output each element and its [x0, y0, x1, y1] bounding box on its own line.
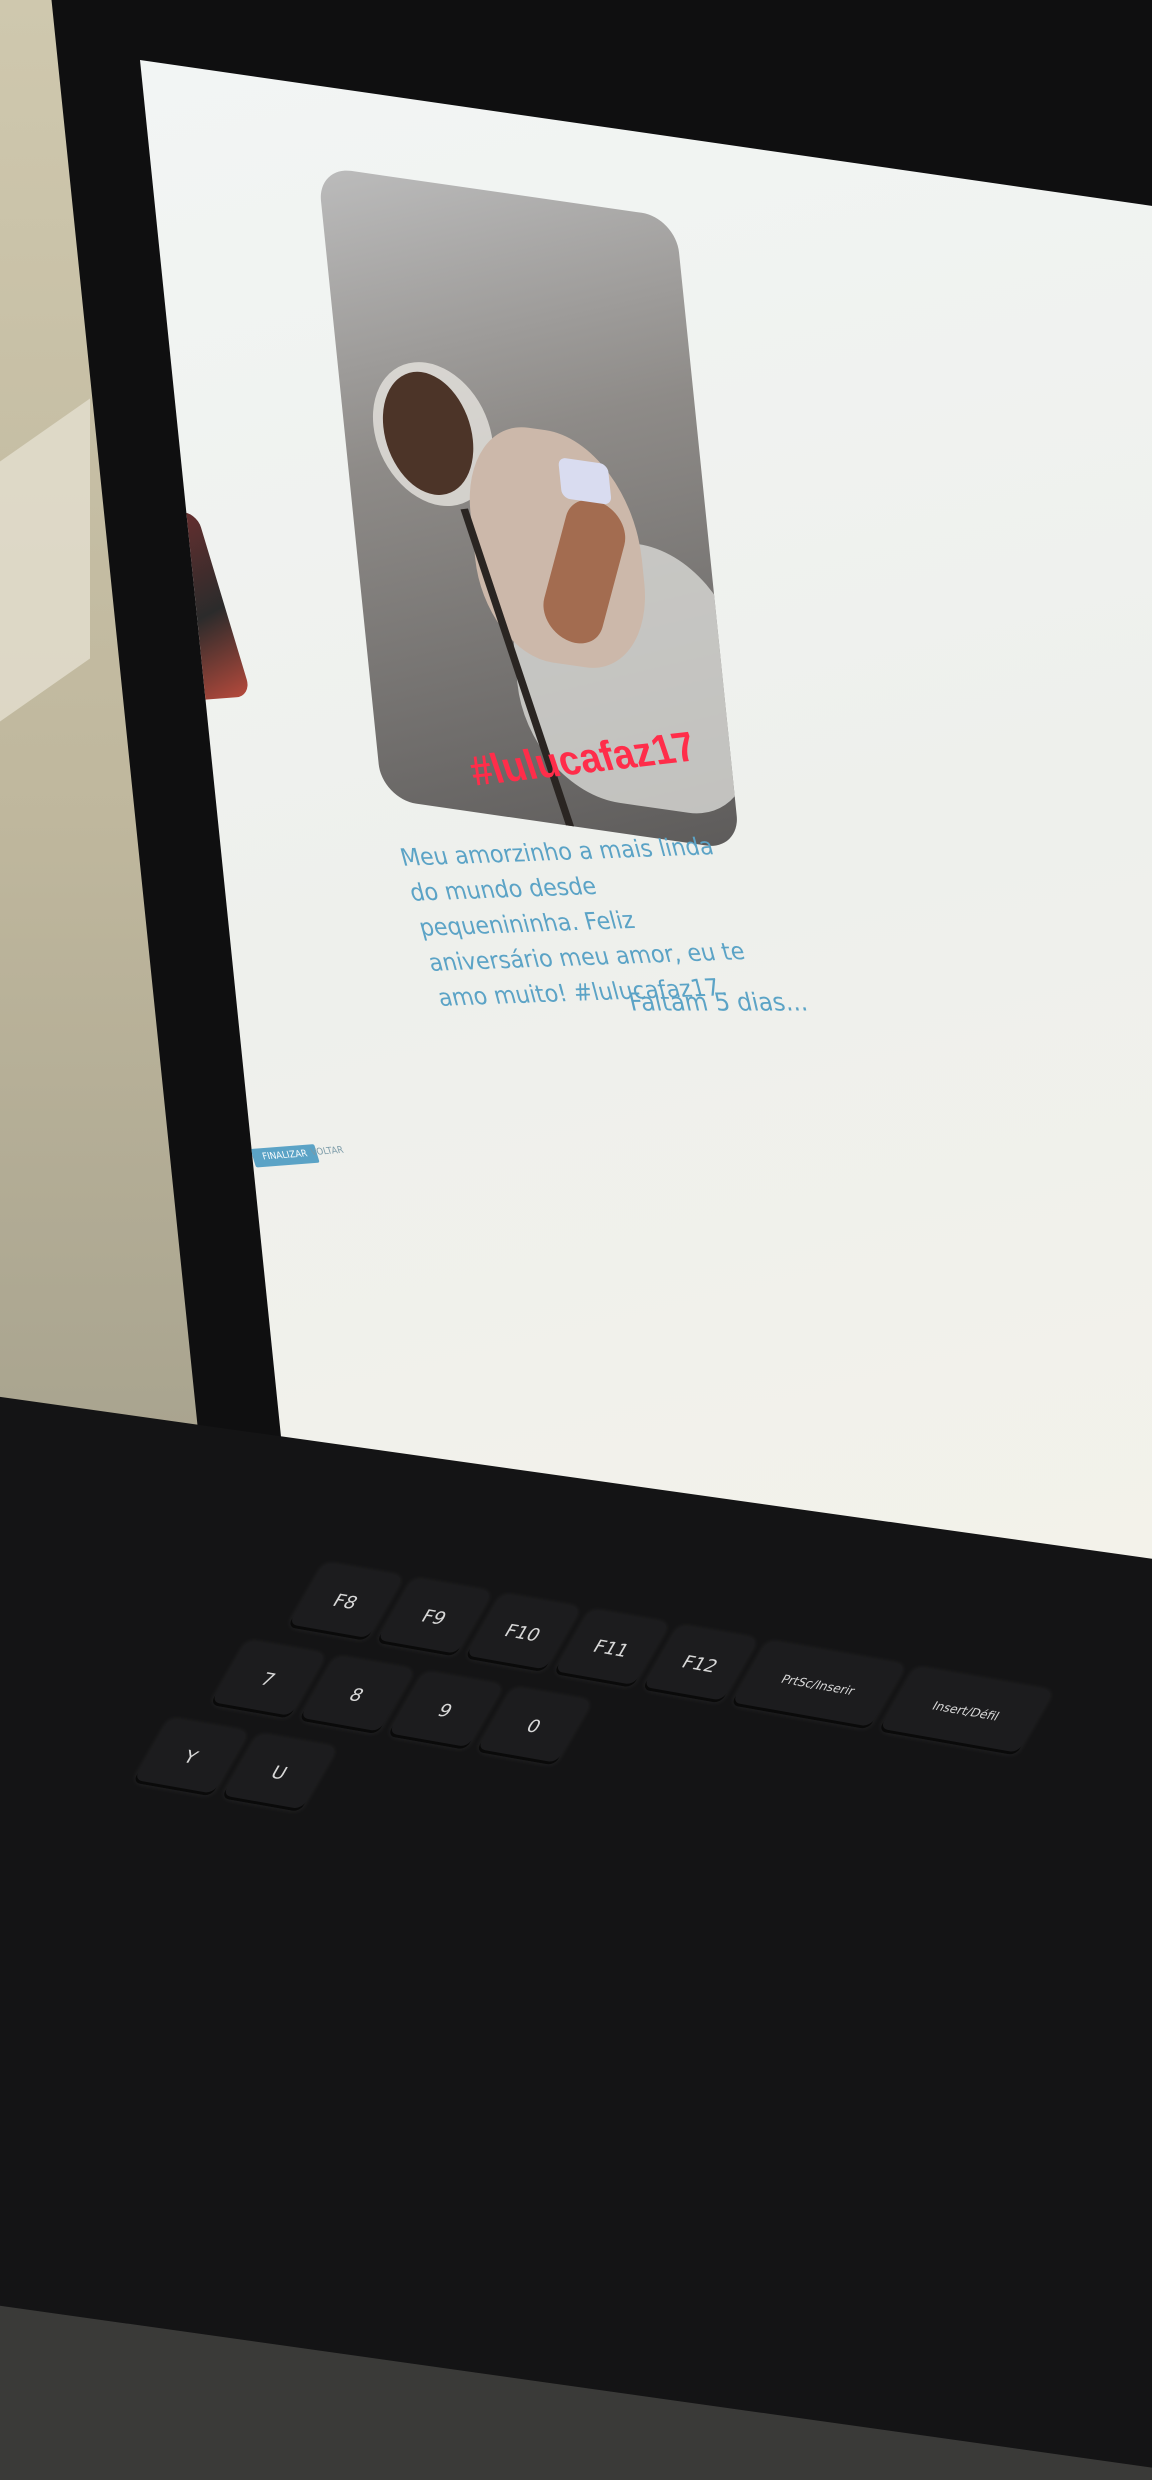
- back-link[interactable]: VOLTAR: [310, 1145, 346, 1158]
- photo-bandage: [557, 457, 612, 506]
- countdown-text: Faltam 5 dias...: [625, 987, 811, 1017]
- story-photo-card[interactable]: #lulucafaz17: [317, 166, 741, 851]
- browser-viewport: #lulucafaz17 Meu amorzinho a mais linda …: [140, 60, 1152, 1650]
